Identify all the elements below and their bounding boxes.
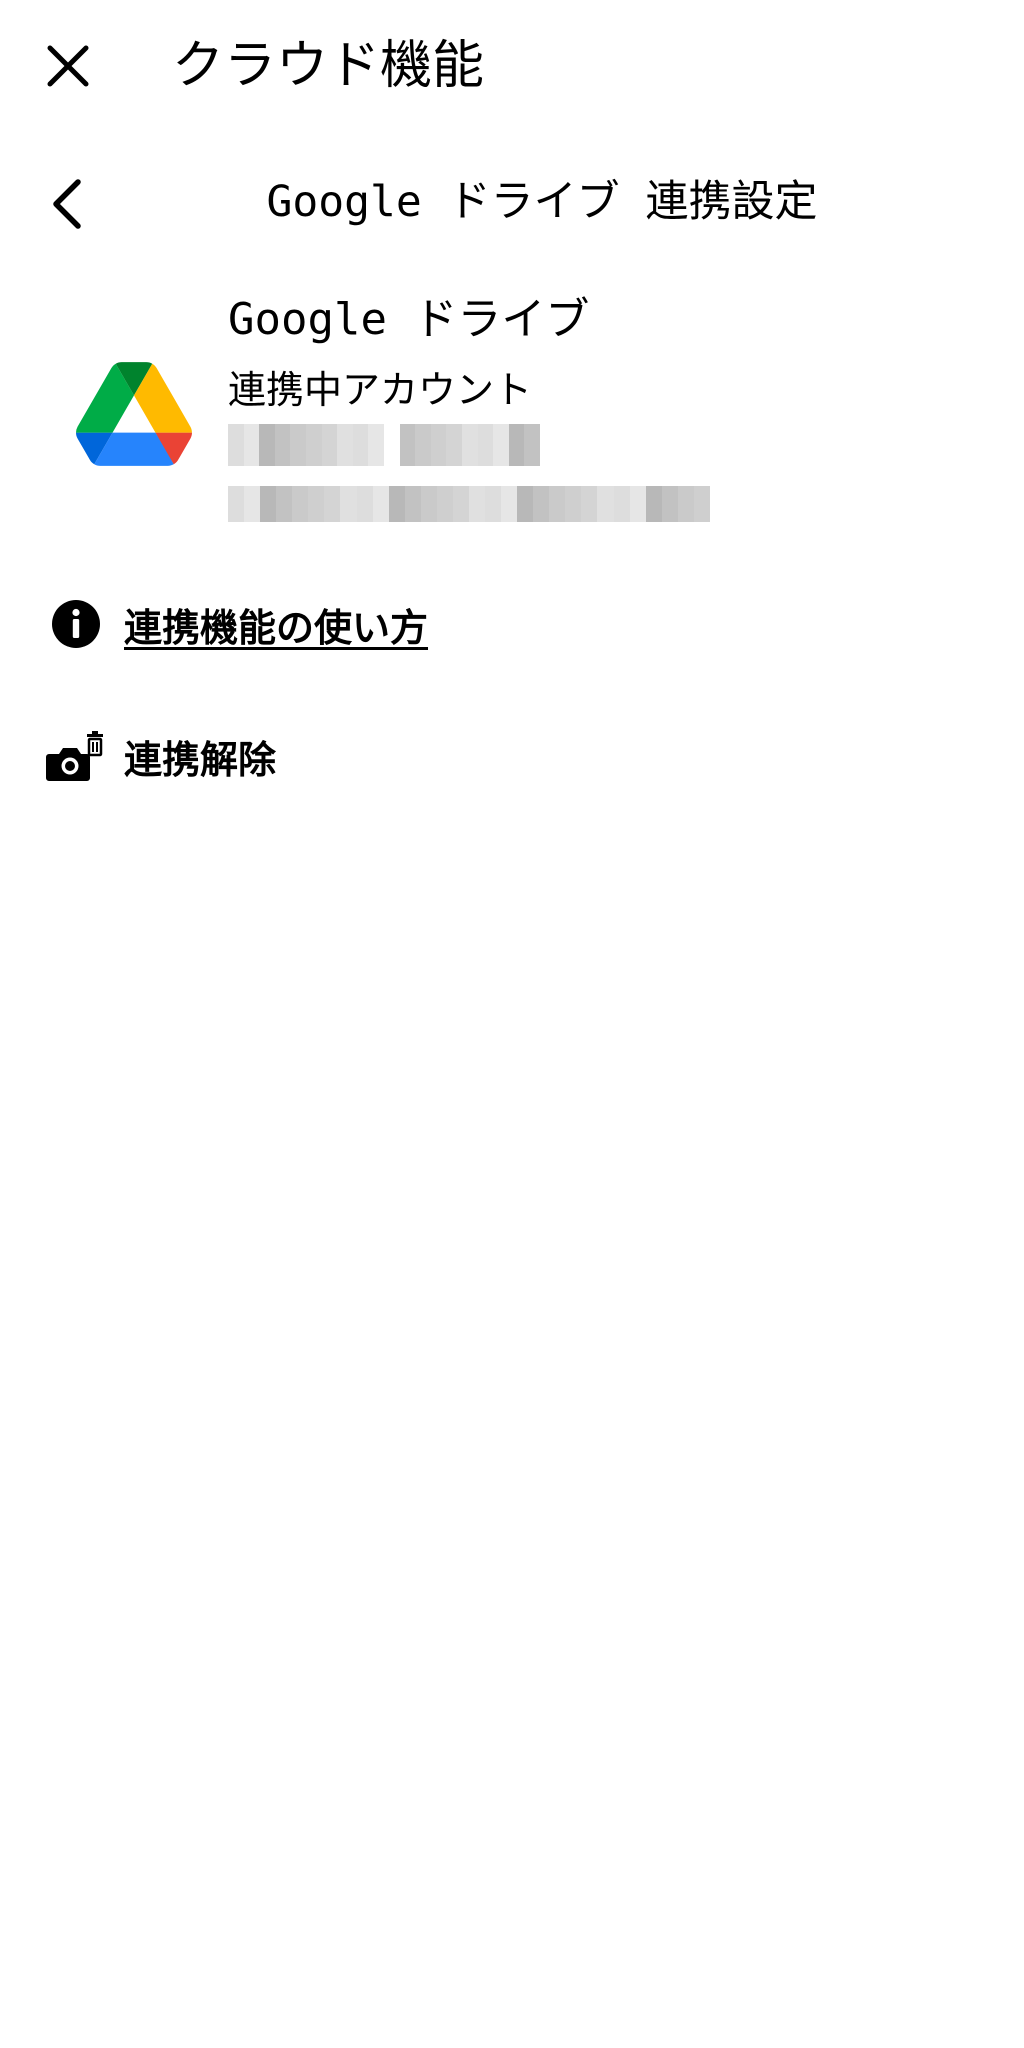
- redaction-pixel: [321, 424, 338, 466]
- redaction-pixel: [565, 486, 582, 522]
- redaction-pixel: [661, 486, 678, 522]
- redaction-pixel: [517, 486, 534, 522]
- redaction-pixel: [352, 424, 369, 466]
- redaction-pixel: [228, 424, 244, 466]
- redaction-pixel: [324, 486, 341, 522]
- redaction-pixel: [485, 486, 502, 522]
- redaction-pixel: [613, 486, 630, 522]
- redaction-pixel: [477, 424, 494, 466]
- redaction-pixel: [388, 486, 405, 522]
- redacted-account-name: [228, 424, 540, 466]
- redaction-pixel: [549, 486, 566, 522]
- redaction-pixel: [677, 486, 694, 522]
- redaction-pixel: [228, 486, 245, 522]
- redaction-pixel: [399, 424, 416, 466]
- google-drive-icon: [76, 362, 192, 466]
- redaction-pixel: [524, 424, 540, 466]
- redaction-pixel: [430, 424, 447, 466]
- redaction-pixel: [259, 424, 275, 466]
- close-button[interactable]: [40, 38, 96, 94]
- redaction-pixel: [436, 486, 453, 522]
- redaction-pixel: [597, 486, 614, 522]
- howto-label[interactable]: 連携機能の使い方: [124, 597, 428, 652]
- redaction-pixel: [292, 486, 309, 522]
- redaction-pixel: [260, 486, 277, 522]
- section-title: Google ドライブ 連携設定: [266, 177, 818, 227]
- unlink-label[interactable]: 連携解除: [124, 729, 276, 784]
- redaction-pixel: [461, 424, 478, 466]
- redaction-pixel: [372, 486, 389, 522]
- redaction-pixel: [340, 486, 357, 522]
- redaction-pixel: [368, 424, 384, 466]
- app-bar: クラウド機能: [0, 0, 1024, 135]
- redaction-pixel: [415, 424, 431, 466]
- redaction-pixel: [243, 424, 260, 466]
- redaction-pixel: [290, 424, 306, 466]
- info-icon: [46, 594, 106, 654]
- close-icon: [47, 45, 89, 87]
- redaction-pixel: [452, 486, 469, 522]
- redaction-pixel: [645, 486, 662, 522]
- camera-trash-icon: [46, 726, 106, 786]
- linked-service-card: Google ドライブ 連携中アカウント: [0, 290, 1024, 550]
- sub-header: Google ドライブ 連携設定: [0, 160, 1024, 244]
- redaction-pixel: [493, 424, 509, 466]
- page-title: クラウド機能: [172, 36, 485, 96]
- redaction-pixel: [581, 486, 598, 522]
- redaction-pixel: [337, 424, 353, 466]
- redacted-account-email: [228, 486, 710, 522]
- redaction-pixel: [274, 424, 291, 466]
- redaction-pixel: [533, 486, 550, 522]
- redaction-pixel: [420, 486, 437, 522]
- redaction-pixel: [404, 486, 421, 522]
- redaction-pixel: [693, 486, 710, 522]
- redaction-pixel: [305, 424, 322, 466]
- redaction-pixel: [308, 486, 325, 522]
- howto-link[interactable]: 連携機能の使い方: [46, 588, 428, 660]
- account-status-label: 連携中アカウント: [228, 368, 533, 412]
- redaction-pixel: [501, 486, 518, 522]
- unlink-button[interactable]: 連携解除: [46, 720, 276, 792]
- redaction-pixel: [508, 424, 525, 466]
- redaction-pixel: [383, 424, 400, 466]
- service-name: Google ドライブ: [228, 294, 590, 345]
- redaction-pixel: [446, 424, 462, 466]
- redaction-pixel: [629, 486, 646, 522]
- redaction-pixel: [356, 486, 373, 522]
- redaction-pixel: [244, 486, 261, 522]
- redaction-pixel: [276, 486, 293, 522]
- redaction-pixel: [468, 486, 485, 522]
